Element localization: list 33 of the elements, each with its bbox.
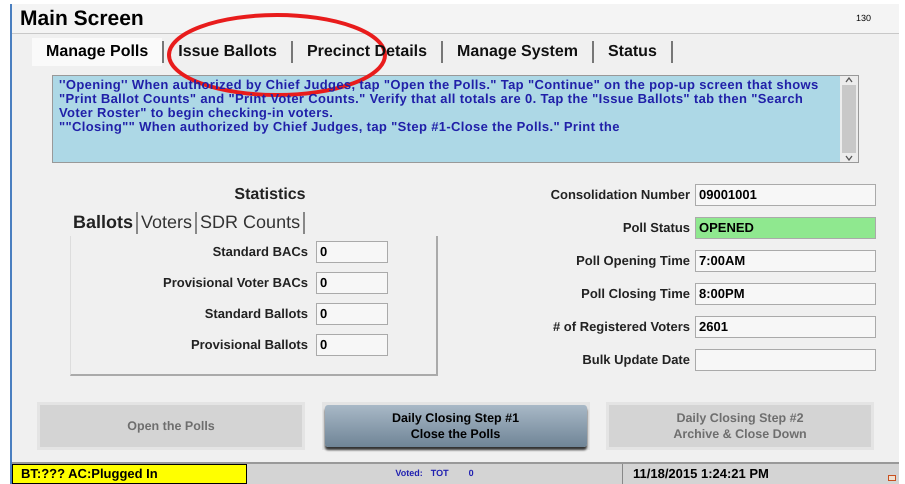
- field-label: Provisional Voter BACs: [162, 274, 309, 292]
- field-label: # of Registered Voters: [552, 318, 691, 336]
- field-label: Provisional Ballots: [190, 336, 309, 354]
- instruction-text: ""Closing"" When authorized by Chief Judges, tap "Step #1-Close the Polls." Print the: [59, 120, 621, 134]
- screen-code: 130: [856, 12, 871, 25]
- power-status: BT:??? AC:Plugged In: [12, 464, 247, 484]
- input-field[interactable]: 0: [316, 272, 388, 294]
- date-time: 11/18/2015 1:24:21 PM: [622, 464, 887, 484]
- input-field[interactable]: 7:00AM: [695, 250, 876, 272]
- field-label: Standard BACs: [212, 243, 309, 262]
- voted-type: TOT: [430, 467, 449, 480]
- tab[interactable]: Manage System: [443, 38, 592, 66]
- input-field[interactable]: 0: [316, 303, 388, 325]
- input-field[interactable]: 0: [316, 241, 388, 263]
- voted-label: Voted:: [395, 467, 423, 480]
- field-label: Poll Closing Time: [580, 285, 691, 304]
- input-field[interactable]: 09001001: [695, 184, 876, 206]
- field-label: Bulk Update Date: [581, 351, 691, 370]
- input-field[interactable]: 0: [316, 334, 388, 356]
- input-field[interactable]: 2601: [695, 316, 876, 338]
- status-field[interactable]: OPENED: [695, 217, 876, 239]
- window-title: Main Screen: [20, 6, 144, 32]
- field-label: Poll Opening Time: [575, 252, 691, 270]
- field-label: Poll Status: [622, 219, 691, 238]
- field-label: Consolidation Number: [550, 186, 691, 204]
- voted-count: 0: [468, 467, 474, 480]
- input-field[interactable]: 8:00PM: [695, 283, 876, 305]
- field-label: Standard Ballots: [204, 305, 309, 324]
- tab[interactable]: Manage Polls: [32, 38, 162, 66]
- statistics-title: Statistics: [234, 186, 306, 203]
- tab[interactable]: Issue Ballots: [164, 38, 291, 66]
- tab[interactable]: Status: [594, 38, 671, 66]
- action-button[interactable]: Daily Closing Step #1 Close the Polls: [324, 405, 586, 447]
